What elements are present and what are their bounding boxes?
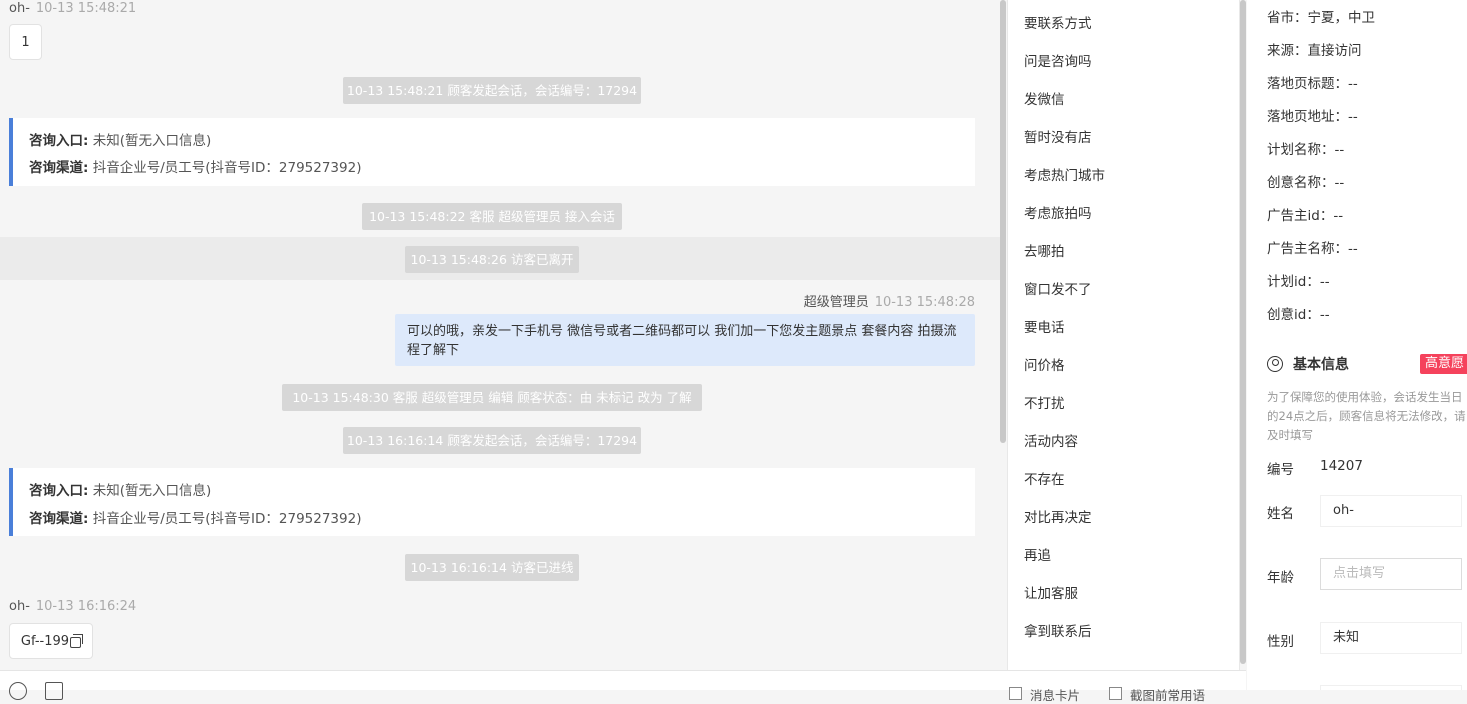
chat-scrollbar[interactable] <box>1000 0 1006 443</box>
quick-reply-item[interactable]: 要联系方式 <box>1024 12 1092 32</box>
entry-value: 未知(暂无入口信息) <box>92 483 212 499</box>
info-advertiser-id: 广告主id：-- <box>1267 208 1344 224</box>
input-toolbar: 消息卡片 截图前常用语 <box>0 670 1246 703</box>
message-time: 10-13 16:16:24 <box>35 599 137 614</box>
message-text: Gf--199 <box>20 633 70 649</box>
info-creative-name: 创意名称：-- <box>1267 175 1345 191</box>
info-plan-id: 计划id：-- <box>1267 274 1330 290</box>
agent-name: 超级管理员 <box>803 295 869 310</box>
quick-reply-item[interactable]: 拿到联系后 <box>1024 620 1092 640</box>
info-plan-name: 计划名称：-- <box>1267 142 1345 158</box>
consult-info-card: 咨询入口: 未知(暂无入口信息) 咨询渠道: 抖音企业号/员工号(抖音号ID：2… <box>9 468 975 536</box>
sender-name: oh- <box>9 599 30 614</box>
customer-info-panel: 省市：宁夏，中卫 来源：直接访问 落地页标题：-- 落地页地址：-- 计划名称：… <box>1247 0 1467 690</box>
gender-label: 性别 <box>1267 634 1294 650</box>
age-label: 年龄 <box>1267 570 1294 586</box>
entry-value: 未知(暂无入口信息) <box>92 133 212 149</box>
quick-reply-scrollbar[interactable] <box>1240 0 1246 664</box>
user-icon <box>1267 356 1283 372</box>
quick-reply-item[interactable]: 窗口发不了 <box>1024 278 1092 298</box>
quick-reply-item[interactable]: 再追 <box>1024 544 1051 564</box>
quick-reply-item[interactable]: 不存在 <box>1024 468 1065 488</box>
channel-key: 咨询渠道: <box>29 511 89 527</box>
gender-field[interactable]: 未知 <box>1320 622 1462 654</box>
age-field[interactable]: 点击填写 <box>1320 558 1462 590</box>
channel-value: 抖音企业号/员工号(抖音号ID：279527392) <box>92 511 362 527</box>
name-field[interactable]: oh- <box>1320 495 1462 527</box>
quick-reply-item[interactable]: 去哪拍 <box>1024 240 1065 260</box>
message-time: 10-13 15:48:28 <box>874 295 975 310</box>
agent-message-bubble[interactable]: 可以的哦，亲发一下手机号 微信号或者二维码都可以 我们加一下您发主题景点 套餐内… <box>395 314 975 366</box>
chat-pane: oh- 10-13 15:48:21 1 10-13 15:48:21 顾客发起会… <box>0 0 1007 670</box>
copy-icon[interactable] <box>70 633 84 648</box>
info-province: 省市：宁夏，中卫 <box>1267 10 1375 26</box>
message-card-label: 消息卡片 <box>1030 688 1081 703</box>
quick-reply-item[interactable]: 问是咨询吗 <box>1024 50 1092 70</box>
info-landing-title: 落地页标题：-- <box>1267 76 1358 92</box>
screenshot-phrases-label: 截图前常用语 <box>1130 688 1206 703</box>
quick-reply-item[interactable]: 问价格 <box>1024 354 1065 374</box>
id-value: 14207 <box>1320 458 1363 474</box>
system-notice: 10-13 16:16:14 访客已进线 <box>405 554 579 581</box>
customer-message-bubble[interactable]: Gf--199 <box>9 623 93 659</box>
screenshot-phrases-checkbox[interactable] <box>1109 687 1122 700</box>
quick-reply-item[interactable]: 暂时没有店 <box>1024 126 1092 146</box>
basic-info-title: 基本信息 <box>1267 354 1349 374</box>
system-notice: 10-13 16:16:14 顾客发起会话，会话编号：17294 <box>343 427 641 454</box>
id-label: 编号 <box>1267 462 1294 478</box>
name-label: 姓名 <box>1267 506 1294 522</box>
quick-reply-item[interactable]: 考虑热门城市 <box>1024 164 1105 184</box>
message-time: 10-13 15:48:21 <box>35 1 137 16</box>
message-header: oh- 10-13 15:48:21 <box>9 1 136 16</box>
emoji-icon[interactable] <box>9 682 27 700</box>
info-creative-id: 创意id：-- <box>1267 307 1330 323</box>
quick-reply-item[interactable]: 对比再决定 <box>1024 506 1092 526</box>
sender-name: oh- <box>9 1 30 16</box>
quick-reply-panel: 要联系方式 问是咨询吗 发微信 暂时没有店 考虑热门城市 考虑旅拍吗 去哪拍 窗… <box>1007 0 1240 670</box>
system-notice: 10-13 15:48:22 客服 超级管理员 接入会话 <box>362 203 622 230</box>
info-advertiser-name: 广告主名称：-- <box>1267 241 1358 257</box>
system-notice: 10-13 15:48:21 顾客发起会话，会话编号：17294 <box>343 77 641 104</box>
quick-reply-item[interactable]: 要电话 <box>1024 316 1065 336</box>
info-landing-url: 落地页地址：-- <box>1267 109 1358 125</box>
info-source: 来源：直接访问 <box>1267 43 1362 59</box>
quick-reply-item[interactable]: 活动内容 <box>1024 430 1078 450</box>
consult-info-card: 咨询入口: 未知(暂无入口信息) 咨询渠道: 抖音企业号/员工号(抖音号ID：2… <box>9 118 975 186</box>
message-header: 超级管理员 10-13 15:48:28 <box>804 291 975 310</box>
quick-reply-item[interactable]: 让加客服 <box>1024 582 1078 602</box>
channel-key: 咨询渠道: <box>29 160 89 176</box>
section-title-text: 基本信息 <box>1293 357 1349 373</box>
next-field[interactable] <box>1320 685 1462 690</box>
image-icon[interactable] <box>45 682 63 700</box>
system-notice: 10-13 15:48:26 访客已离开 <box>405 246 579 273</box>
message-card-checkbox[interactable] <box>1009 687 1022 700</box>
message-header: oh- 10-13 16:16:24 <box>9 599 136 614</box>
customer-message-bubble[interactable]: 1 <box>9 24 42 60</box>
intent-badge[interactable]: 高意愿 <box>1420 354 1467 374</box>
entry-key: 咨询入口: <box>29 483 89 499</box>
system-notice: 10-13 15:48:30 客服 超级管理员 编辑 顾客状态：由 未标记 改为… <box>282 384 702 411</box>
quick-reply-item[interactable]: 不打扰 <box>1024 392 1065 412</box>
channel-value: 抖音企业号/员工号(抖音号ID：279527392) <box>92 160 362 176</box>
edit-notice: 为了保障您的使用体验，会话发生当日的24点之后，顾客信息将无法修改，请及时填写 <box>1267 390 1466 442</box>
quick-reply-item[interactable]: 发微信 <box>1024 88 1065 108</box>
quick-reply-item[interactable]: 考虑旅拍吗 <box>1024 202 1092 222</box>
entry-key: 咨询入口: <box>29 133 89 149</box>
